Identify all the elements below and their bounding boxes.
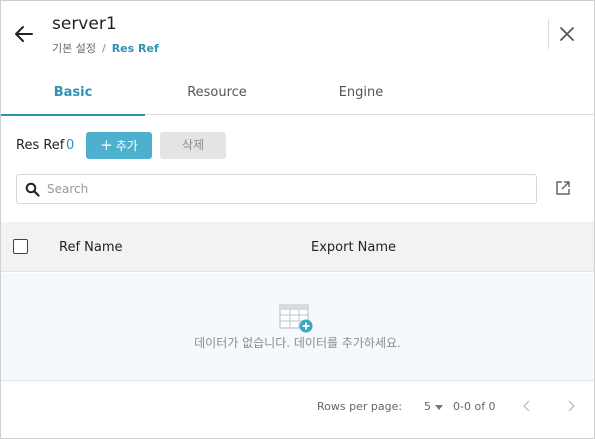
search-icon <box>25 182 40 197</box>
delete-button[interactable]: 삭제 <box>160 132 226 159</box>
rows-per-page-label: Rows per page: <box>317 400 403 413</box>
open-in-new-icon <box>556 181 570 195</box>
table-add-icon <box>279 304 313 333</box>
dialog-header: server1 기본 설정 / Res Ref <box>1 1 594 67</box>
back-button[interactable] <box>11 23 37 45</box>
table-header: Ref Name Export Name <box>1 222 594 272</box>
column-header-ref-name[interactable]: Ref Name <box>59 240 123 255</box>
breadcrumb-item-current: Res Ref <box>111 42 159 55</box>
add-button[interactable]: + 추가 <box>86 132 152 159</box>
page-title: server1 <box>52 14 117 34</box>
arrow-left-icon <box>15 26 33 42</box>
dialog: server1 기본 설정 / Res Ref Basic Resource Eng… <box>0 0 595 439</box>
rows-per-page-select[interactable]: 5 <box>424 400 443 413</box>
next-page-button[interactable] <box>564 398 578 414</box>
chevron-right-icon <box>568 400 576 412</box>
chevron-left-icon <box>522 400 530 412</box>
select-all-checkbox[interactable] <box>13 239 28 254</box>
close-icon <box>560 27 574 41</box>
tab-resource[interactable]: Resource <box>145 73 289 115</box>
open-in-new-button[interactable] <box>555 180 571 196</box>
breadcrumb-separator: / <box>101 42 106 55</box>
pagination: Rows per page: 5 0-0 of 0 <box>1 396 594 418</box>
breadcrumb-item-basic-settings[interactable]: 기본 설정 <box>52 42 96 55</box>
plus-icon: + <box>100 136 113 154</box>
item-count: 0 <box>66 138 75 153</box>
empty-state: 데이터가 없습니다. 데이터를 추가하세요. <box>1 273 594 381</box>
tab-basic[interactable]: Basic <box>1 73 145 116</box>
rows-per-page-value: 5 <box>424 400 431 413</box>
breadcrumb: 기본 설정 / Res Ref <box>52 40 159 56</box>
tab-engine[interactable]: Engine <box>289 73 433 115</box>
caret-down-icon <box>435 404 443 410</box>
empty-message: 데이터가 없습니다. 데이터를 추가하세요. <box>194 336 401 350</box>
previous-page-button[interactable] <box>520 398 534 414</box>
section-toolbar: Res Ref 0 + 추가 삭제 <box>1 131 594 161</box>
add-button-label: 추가 <box>115 139 138 153</box>
search-input[interactable] <box>47 178 527 200</box>
page-range: 0-0 of 0 <box>453 400 496 413</box>
column-header-export-name[interactable]: Export Name <box>311 240 396 255</box>
header-divider <box>548 19 549 49</box>
section-label: Res Ref <box>16 138 65 153</box>
close-button[interactable] <box>556 23 578 45</box>
search-box <box>16 174 537 204</box>
tab-bar: Basic Resource Engine <box>1 73 594 116</box>
